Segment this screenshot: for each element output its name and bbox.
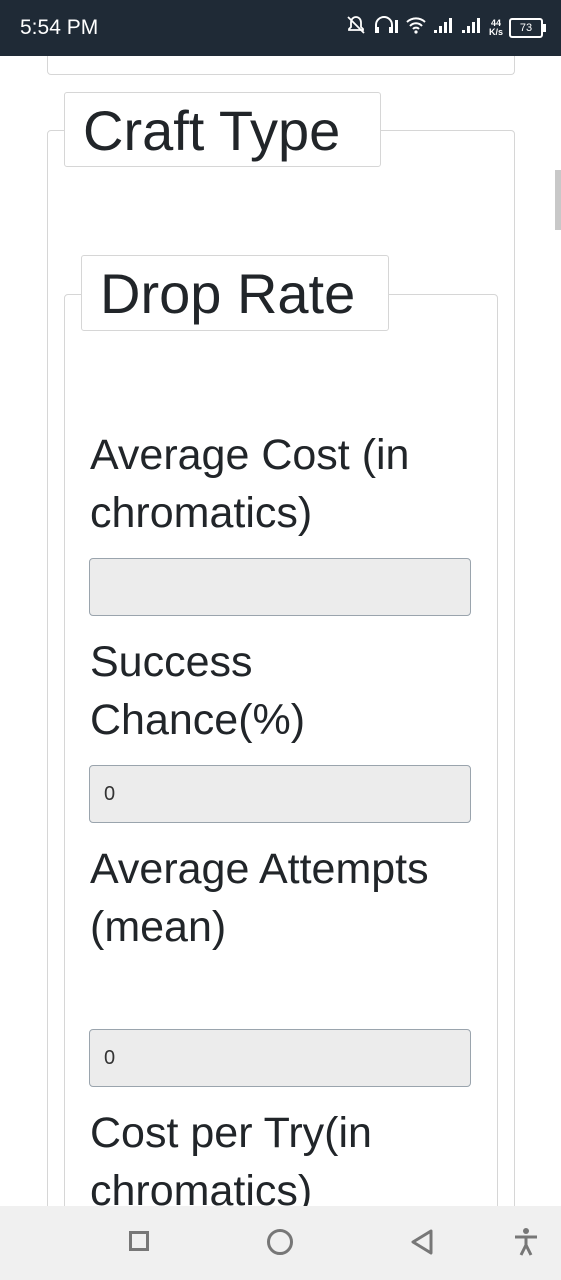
signal-icon: [433, 15, 455, 40]
success-chance-label: Success Chance(%): [90, 638, 306, 744]
scrollbar-thumb[interactable]: [555, 170, 561, 230]
page-content: Craft Type Drop Rate Average Cost (in ch…: [0, 56, 561, 1206]
bell-off-icon: [345, 14, 367, 41]
average-cost-input[interactable]: [89, 558, 471, 616]
status-bar: 5:54 PM 44 K/s 73: [0, 0, 561, 56]
cost-per-try-label: Cost per Try(in chromatics): [90, 1109, 372, 1206]
net-speed: 44 K/s: [488, 18, 503, 37]
wifi-icon: [405, 15, 427, 40]
previous-fieldset-border: [47, 56, 515, 75]
craft-type-legend: Craft Type: [64, 92, 381, 167]
signal-icon: [461, 15, 483, 40]
success-chance-input[interactable]: 0: [89, 765, 471, 823]
recents-icon[interactable]: [129, 1231, 149, 1251]
average-attempts-input[interactable]: 0: [89, 1029, 471, 1087]
drop-rate-legend: Drop Rate: [81, 255, 389, 331]
status-time: 5:54 PM: [20, 16, 99, 39]
home-icon[interactable]: [267, 1229, 293, 1255]
navigation-bar: [0, 1206, 561, 1280]
accessibility-icon[interactable]: [513, 1227, 539, 1262]
net-speed-unit: K/s: [488, 26, 503, 37]
battery-icon: 73: [509, 17, 546, 38]
back-icon[interactable]: [409, 1228, 435, 1261]
average-attempts-label: Average Attempts (mean): [90, 845, 429, 951]
headset-icon: [373, 14, 399, 41]
status-icons: 44 K/s 73: [345, 14, 546, 41]
average-cost-label: Average Cost (in chromatics): [90, 431, 410, 537]
